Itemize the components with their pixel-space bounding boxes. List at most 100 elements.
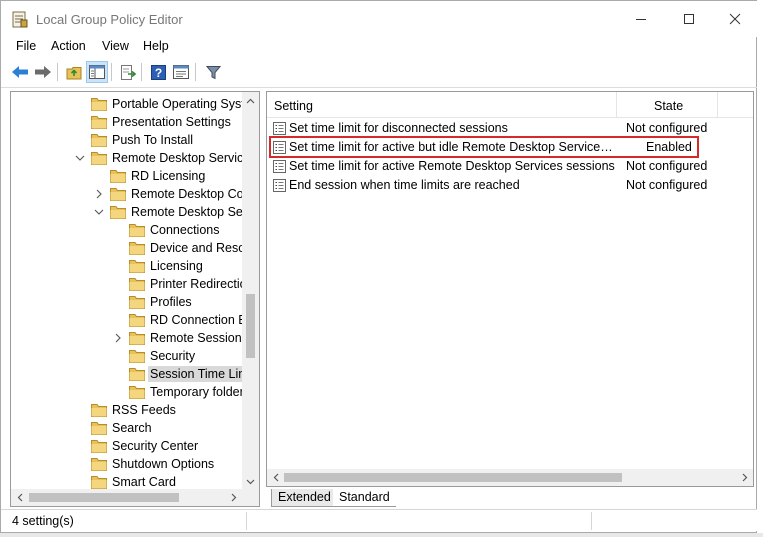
status-setting-count: 4 setting(s) [12,514,74,528]
list-scroll-left-button[interactable] [267,469,284,486]
tree-item[interactable]: Remote Desktop Sess [11,203,243,221]
view-tabs: Extended Standard [267,489,747,509]
tree-item[interactable]: RSS Feeds [11,401,243,419]
tree-item[interactable]: Device and Resou [11,239,243,257]
tree-item[interactable]: Connections [11,221,243,239]
toolbar-separator [141,63,142,81]
tree-item[interactable]: Printer Redirectio [11,275,243,293]
setting-state: Enabled [646,140,692,154]
menu-action[interactable]: Action [51,39,86,53]
show-hide-console-tree-button[interactable] [86,61,108,83]
maximize-button[interactable] [666,1,712,37]
setting-row[interactable]: End session when time limits are reached… [267,176,753,195]
tree-horizontal-scrollbar[interactable] [11,489,259,506]
setting-row[interactable]: Set time limit for disconnected sessions… [267,119,753,138]
folder-icon [91,152,107,165]
tree-item[interactable]: Security Center [11,437,243,455]
folder-icon [91,458,107,471]
tree-item-label: Temporary folders [150,385,243,399]
column-header-row: Setting State [267,92,753,118]
policy-setting-icon [273,179,286,192]
tree-item[interactable]: Licensing [11,257,243,275]
tree-vertical-scrollbar[interactable] [242,92,259,490]
filter-options-button[interactable] [202,61,224,83]
toolbar: ? [1,59,758,85]
maximize-icon [684,14,694,24]
folder-icon [129,314,145,327]
tree-item[interactable]: Remote Desktop Con [11,185,243,203]
tree-item[interactable]: Session Time Lim [11,365,243,383]
folder-icon [91,98,107,111]
tree-item[interactable]: Portable Operating Syste [11,95,243,113]
list-horizontal-scroll-thumb[interactable] [284,473,622,482]
folder-icon [110,170,126,183]
tree-item[interactable]: Shutdown Options [11,455,243,473]
window-title: Local Group Policy Editor [36,12,183,27]
tree-item[interactable]: Remote Desktop Services [11,149,243,167]
help-icon: ? [150,64,166,80]
tree-item[interactable]: Security [11,347,243,365]
setting-state: Not configured [626,159,708,173]
menu-view[interactable]: View [102,39,129,53]
tree-item[interactable]: Push To Install [11,131,243,149]
tree-item-label: Licensing [150,259,203,273]
tree-item-label: Device and Resou [150,241,243,255]
setting-state: Not configured [626,121,708,135]
tab-standard[interactable]: Standard [333,489,396,507]
tree-item[interactable]: Profiles [11,293,243,311]
tree-vertical-scroll-thumb[interactable] [246,294,255,358]
close-button[interactable] [712,1,758,37]
column-divider[interactable] [717,92,718,118]
menu-file[interactable]: File [16,39,36,53]
tree-item[interactable]: Smart Card [11,473,243,490]
column-divider[interactable] [616,92,617,118]
folder-icon [91,422,107,435]
setting-row[interactable]: Set time limit for active Remote Desktop… [267,157,753,176]
chevron-down-icon[interactable] [94,206,104,218]
list-horizontal-scrollbar[interactable] [267,469,753,486]
settings-list[interactable]: Setting State Set time limit for disconn… [266,91,754,487]
scroll-corner [242,489,259,506]
tree-scroll-down-button[interactable] [242,473,259,490]
toolbar-separator [195,63,196,81]
tree-scroll-left-button[interactable] [11,489,28,506]
setting-state: Not configured [626,178,708,192]
tree-item[interactable]: Remote Session E [11,329,243,347]
menu-bar: File Action View Help [1,37,758,57]
chevron-down-icon[interactable] [75,152,85,164]
chevron-right-icon[interactable] [94,188,104,200]
filter-icon [205,65,221,79]
console-tree[interactable]: Portable Operating Syste Presentation Set… [10,91,260,507]
tree-item[interactable]: Search [11,419,243,437]
tree-item[interactable]: RD Licensing [11,167,243,185]
tree-item-label: Presentation Settings [112,115,231,129]
tree-item-label: Security Center [112,439,199,453]
column-header-setting[interactable]: Setting [274,99,313,113]
folder-icon [91,404,107,417]
column-header-state[interactable]: State [654,99,683,113]
menu-help[interactable]: Help [143,39,169,53]
chevron-right-icon[interactable] [113,332,123,344]
tab-extended[interactable]: Extended [271,489,338,507]
list-scroll-right-button[interactable] [736,469,753,486]
tree-horizontal-scroll-thumb[interactable] [29,493,179,502]
status-divider [246,512,247,530]
export-list-button[interactable] [117,61,139,83]
tree-item[interactable]: RD Connection Br [11,311,243,329]
setting-row[interactable]: Set time limit for active but idle Remot… [267,138,753,157]
help-button[interactable]: ? [147,61,169,83]
properties-button[interactable] [170,61,192,83]
chevron-right-icon [231,493,236,502]
folder-icon [129,368,145,381]
minimize-button[interactable] [618,1,664,37]
tree-scroll-up-button[interactable] [242,92,259,109]
tree-scroll-right-button[interactable] [225,489,242,506]
tree-item[interactable]: Presentation Settings [11,113,243,131]
tree-item[interactable]: Temporary folders [11,383,243,401]
forward-button[interactable] [32,61,54,83]
up-one-level-button[interactable] [63,61,85,83]
back-button[interactable] [9,61,31,83]
desktop-background [0,533,763,537]
minimize-icon [636,19,646,20]
title-bar[interactable]: Local Group Policy Editor [1,1,758,37]
